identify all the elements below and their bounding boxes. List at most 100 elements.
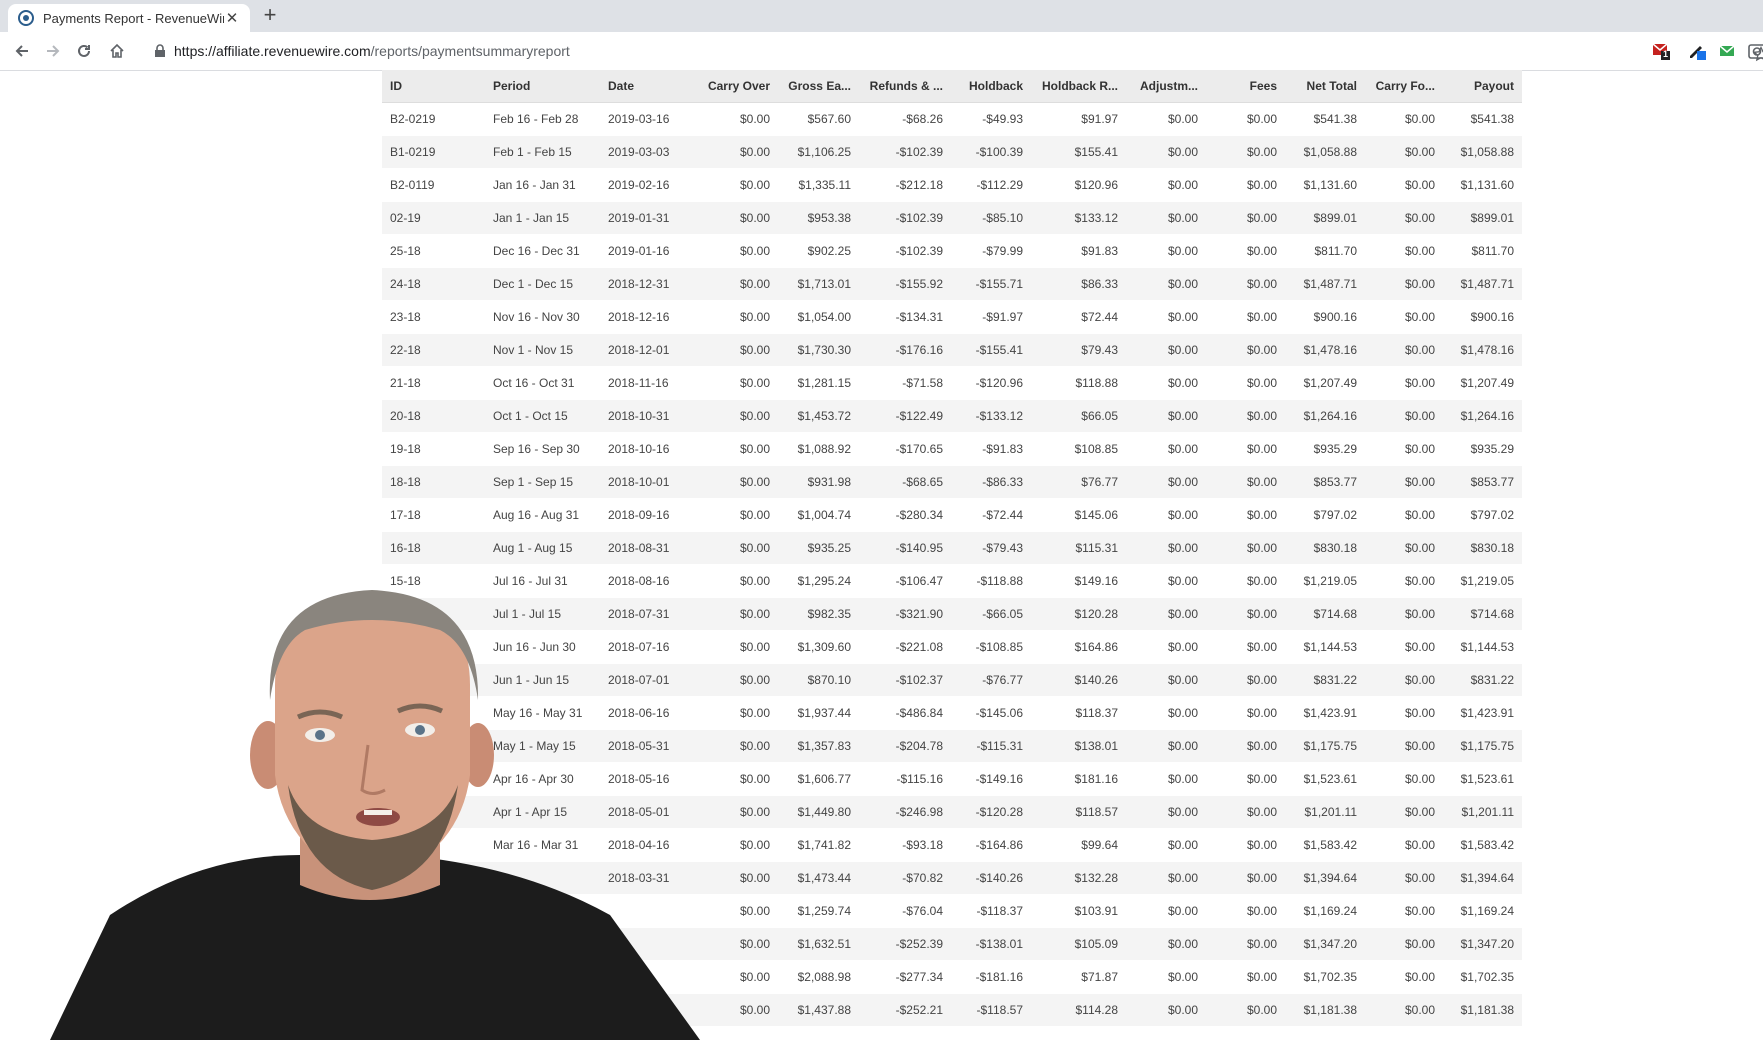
reload-button[interactable] xyxy=(72,39,96,63)
home-button[interactable] xyxy=(105,39,129,63)
table-row[interactable]: B1-0219 Feb 1 - Feb 15 2019-03-03 $0.00 $1,1… xyxy=(382,135,1522,169)
column-header-fees[interactable]: Fees xyxy=(1206,70,1285,103)
cell-net-total: $1,264.16 xyxy=(1285,399,1365,433)
column-header-carry-forward[interactable]: Carry Fo... xyxy=(1365,70,1443,103)
home-icon xyxy=(110,43,124,58)
cell-carry-over: $0.00 xyxy=(686,300,778,334)
cell-id[interactable]: 18-18 xyxy=(382,465,485,499)
tab-strip: Payments Report - RevenueWire ✕ + xyxy=(0,0,1763,32)
cell-carry-forward: $0.00 xyxy=(1365,795,1443,829)
address-bar[interactable]: https://affiliate.revenuewire.com/report… xyxy=(142,36,1763,66)
cell-id[interactable]: 19-18 xyxy=(382,432,485,466)
table-row[interactable]: 18-18 Sep 1 - Sep 15 2018-10-01 $0.00 $931.9… xyxy=(382,465,1522,499)
cell-gross-earnings: $1,335.11 xyxy=(778,168,859,202)
column-header-date[interactable]: Date xyxy=(600,70,686,103)
cell-carry-forward: $0.00 xyxy=(1365,234,1443,268)
table-row[interactable]: 20-18 Oct 1 - Oct 15 2018-10-31 $0.00 $1,453… xyxy=(382,399,1522,433)
table-row[interactable]: 25-18 Dec 16 - Dec 31 2019-01-16 $0.00 $902.… xyxy=(382,234,1522,268)
back-arrow-icon xyxy=(15,45,28,57)
cell-adjustments: $0.00 xyxy=(1126,960,1206,994)
cell-id[interactable]: B2-0219 xyxy=(382,102,485,136)
cell-carry-forward: $0.00 xyxy=(1365,828,1443,862)
cell-adjustments: $0.00 xyxy=(1126,861,1206,895)
forward-button[interactable] xyxy=(41,39,65,63)
cell-holdback: -$140.26 xyxy=(951,861,1031,895)
cell-net-total: $1,169.24 xyxy=(1285,894,1365,928)
cell-id[interactable]: 17-18 xyxy=(382,498,485,532)
cell-id[interactable]: 20-18 xyxy=(382,399,485,433)
cell-gross-earnings: $1,449.80 xyxy=(778,795,859,829)
cell-refunds: -$102.39 xyxy=(859,135,951,169)
cell-holdback: -$145.06 xyxy=(951,696,1031,730)
column-header-refunds[interactable]: Refunds & ... xyxy=(859,70,951,103)
table-row[interactable]: 22-18 Nov 1 - Nov 15 2018-12-01 $0.00 $1,730… xyxy=(382,333,1522,367)
back-button[interactable] xyxy=(10,39,34,63)
cell-refunds: -$221.08 xyxy=(859,630,951,664)
cell-net-total: $1,058.88 xyxy=(1285,135,1365,169)
cell-date: 2018-10-16 xyxy=(600,432,686,466)
cell-date: 2019-03-16 xyxy=(600,102,686,136)
cell-gross-earnings: $1,309.60 xyxy=(778,630,859,664)
table-row[interactable]: 02-19 Jan 1 - Jan 15 2019-01-31 $0.00 $953.3… xyxy=(382,201,1522,235)
cell-id[interactable]: B1-0219 xyxy=(382,135,485,169)
camera-extension-icon[interactable] xyxy=(1748,42,1763,60)
cell-holdback: -$72.44 xyxy=(951,498,1031,532)
cell-carry-forward: $0.00 xyxy=(1365,333,1443,367)
cell-payout: $1,201.11 xyxy=(1443,795,1522,829)
table-row[interactable]: 16-18 Aug 1 - Aug 15 2018-08-31 $0.00 $935.2… xyxy=(382,531,1522,565)
pen-extension-icon[interactable] xyxy=(1688,42,1706,60)
cell-carry-over: $0.00 xyxy=(686,498,778,532)
table-row[interactable]: 17-18 Aug 16 - Aug 31 2018-09-16 $0.00 $1,00… xyxy=(382,498,1522,532)
column-header-adjustments[interactable]: Adjustm... xyxy=(1126,70,1206,103)
cell-gross-earnings: $1,259.74 xyxy=(778,894,859,928)
cell-id[interactable]: 24-18 xyxy=(382,267,485,301)
cell-holdback-release: $118.88 xyxy=(1031,366,1126,400)
column-header-id[interactable]: ID xyxy=(382,70,485,103)
column-header-payout[interactable]: Payout xyxy=(1443,70,1522,103)
cell-gross-earnings: $1,088.92 xyxy=(778,432,859,466)
cell-holdback: -$118.57 xyxy=(951,993,1031,1027)
mail-extension-icon[interactable]: 1 xyxy=(1652,42,1670,60)
cell-period: Oct 16 - Oct 31 xyxy=(485,366,600,400)
column-header-holdback-release[interactable]: Holdback R... xyxy=(1031,70,1126,103)
cell-fees: $0.00 xyxy=(1206,894,1285,928)
cell-holdback-release: $105.09 xyxy=(1031,927,1126,961)
cell-holdback: -$120.28 xyxy=(951,795,1031,829)
cell-holdback-release: $145.06 xyxy=(1031,498,1126,532)
column-header-period[interactable]: Period xyxy=(485,70,600,103)
cell-carry-forward: $0.00 xyxy=(1365,300,1443,334)
cell-refunds: -$106.47 xyxy=(859,564,951,598)
column-header-holdback[interactable]: Holdback xyxy=(951,70,1031,103)
table-row[interactable]: 21-18 Oct 16 - Oct 31 2018-11-16 $0.00 $1,28… xyxy=(382,366,1522,400)
cell-fees: $0.00 xyxy=(1206,366,1285,400)
cell-id[interactable]: 02-19 xyxy=(382,201,485,235)
browser-tab[interactable]: Payments Report - RevenueWire ✕ xyxy=(8,4,250,32)
table-row[interactable]: 19-18 Sep 16 - Sep 30 2018-10-16 $0.00 $1,08… xyxy=(382,432,1522,466)
table-header-row: ID Period Date Carry Over Gross Ea... Re… xyxy=(382,70,1522,103)
cell-period: Dec 1 - Dec 15 xyxy=(485,267,600,301)
cell-carry-over: $0.00 xyxy=(686,267,778,301)
envelope-extension-icon[interactable] xyxy=(1718,42,1736,60)
cell-payout: $900.16 xyxy=(1443,300,1522,334)
table-row[interactable]: B2-0219 Feb 16 - Feb 28 2019-03-16 $0.00 $56… xyxy=(382,102,1522,136)
cell-holdback-release: $138.01 xyxy=(1031,729,1126,763)
table-row[interactable]: B2-0119 Jan 16 - Jan 31 2019-02-16 $0.00 $1,… xyxy=(382,168,1522,202)
close-tab-icon[interactable]: ✕ xyxy=(224,9,240,27)
column-header-net-total[interactable]: Net Total xyxy=(1285,70,1365,103)
cell-id[interactable]: B2-0119 xyxy=(382,168,485,202)
cell-fees: $0.00 xyxy=(1206,201,1285,235)
column-header-carry-over[interactable]: Carry Over xyxy=(686,70,778,103)
cell-id[interactable]: 25-18 xyxy=(382,234,485,268)
cell-id[interactable]: 22-18 xyxy=(382,333,485,367)
table-row[interactable]: 23-18 Nov 16 - Nov 30 2018-12-16 $0.00 $1,05… xyxy=(382,300,1522,334)
cell-net-total: $1,523.61 xyxy=(1285,762,1365,796)
cell-id[interactable]: 21-18 xyxy=(382,366,485,400)
cell-id[interactable]: 23-18 xyxy=(382,300,485,334)
table-row[interactable]: 24-18 Dec 1 - Dec 15 2018-12-31 $0.00 $1,713… xyxy=(382,267,1522,301)
cell-holdback: -$49.93 xyxy=(951,102,1031,136)
new-tab-button[interactable]: + xyxy=(258,4,282,28)
cell-id[interactable]: 16-18 xyxy=(382,531,485,565)
cell-refunds: -$321.90 xyxy=(859,597,951,631)
cell-fees: $0.00 xyxy=(1206,729,1285,763)
column-header-gross-earnings[interactable]: Gross Ea... xyxy=(778,70,859,103)
